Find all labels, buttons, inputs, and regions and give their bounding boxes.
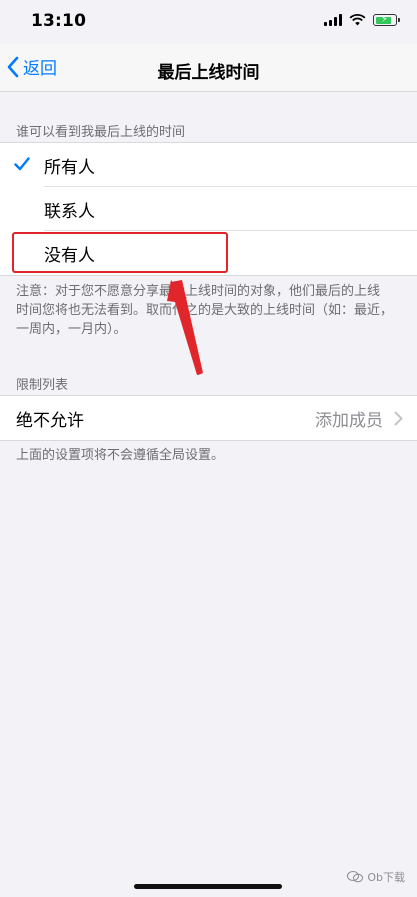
note-line: 时间您将也无法看到。取而代之的是大致的上线时间（如：最近， [16,303,394,318]
watermark: Ob下载 [347,869,405,885]
nav-bar: 返回 最后上线时间 [0,44,417,92]
page-title: 最后上线时间 [157,63,260,83]
visibility-note: 注意：对于您不愿意分享最后上线时间的对象，他们最后的上线 时间您将也无法看到。取… [16,282,406,339]
highlight-box [12,232,228,273]
option-contacts[interactable]: 联系人 [0,187,417,231]
battery-icon: ⚡ [373,14,400,26]
note-line: 注意：对于您不愿意分享最后上线时间的对象，他们最后的上线 [16,284,381,299]
check-icon [14,157,30,171]
status-bar: 13:10 ⚡ [0,0,417,44]
visibility-section-header: 谁可以看到我最后上线的时间 [16,125,186,140]
option-label: 所有人 [44,157,95,178]
add-members-value: 添加成员 [315,410,383,431]
chevron-right-icon [394,411,403,426]
home-indicator [134,884,282,889]
status-time: 13:10 [31,11,87,31]
chat-bubble-icon [347,871,364,883]
never-allow-row[interactable]: 绝不允许 添加成员 [0,396,417,440]
note-line: 一周内，一月内）。 [16,322,127,337]
restriction-group: 绝不允许 添加成员 [0,395,417,441]
watermark-text: Ob下载 [367,871,405,884]
status-icons: ⚡ [324,14,400,26]
wifi-icon [349,14,366,26]
option-everyone[interactable]: 所有人 [0,143,417,187]
restriction-section-header: 限制列表 [16,378,69,393]
option-label: 联系人 [44,201,95,222]
restriction-footer: 上面的设置项将不会遵循全局设置。 [16,448,225,463]
signal-icon [324,14,342,26]
never-allow-label: 绝不允许 [16,410,84,431]
